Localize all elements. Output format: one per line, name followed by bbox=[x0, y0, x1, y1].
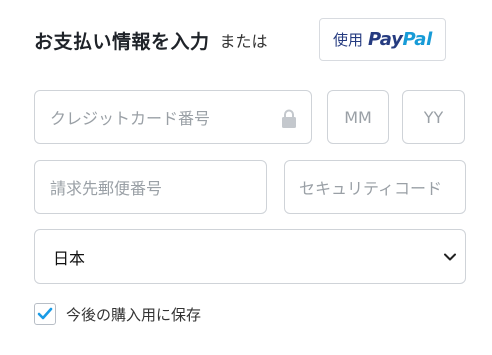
chevron-down-icon bbox=[444, 253, 456, 261]
card-number-input[interactable]: クレジットカード番号 bbox=[34, 90, 312, 144]
postal-code-placeholder: 請求先郵便番号 bbox=[50, 179, 163, 198]
paypal-logo-pal: Pal bbox=[402, 29, 433, 50]
page-title: お支払い情報を入力 bbox=[34, 30, 210, 53]
exp-month-placeholder: MM bbox=[344, 107, 372, 127]
country-selected-value: 日本 bbox=[53, 248, 86, 268]
lock-icon bbox=[282, 109, 296, 128]
save-for-future-row: 今後の購入用に保存 bbox=[34, 302, 201, 326]
paypal-logo-pay: Pay bbox=[368, 29, 403, 50]
or-separator-text: または bbox=[219, 32, 268, 51]
save-checkbox[interactable] bbox=[34, 303, 56, 325]
exp-month-input[interactable]: MM bbox=[327, 90, 389, 144]
security-code-placeholder: セキュリティコード bbox=[299, 179, 443, 198]
paypal-button[interactable]: 使用 PayPal bbox=[319, 18, 446, 61]
exp-year-input[interactable]: YY bbox=[402, 90, 465, 144]
paypal-logo: PayPal bbox=[368, 29, 432, 50]
exp-year-placeholder: YY bbox=[423, 107, 444, 127]
postal-code-input[interactable]: 請求先郵便番号 bbox=[34, 160, 267, 214]
checkmark-icon bbox=[37, 307, 53, 320]
card-number-placeholder: クレジットカード番号 bbox=[50, 109, 211, 128]
country-select[interactable]: 日本 bbox=[34, 229, 466, 284]
security-code-input[interactable]: セキュリティコード bbox=[284, 160, 466, 214]
payment-header: お支払い情報を入力 または bbox=[34, 18, 268, 62]
paypal-use-label: 使用 bbox=[333, 31, 364, 49]
save-label: 今後の購入用に保存 bbox=[66, 305, 202, 324]
